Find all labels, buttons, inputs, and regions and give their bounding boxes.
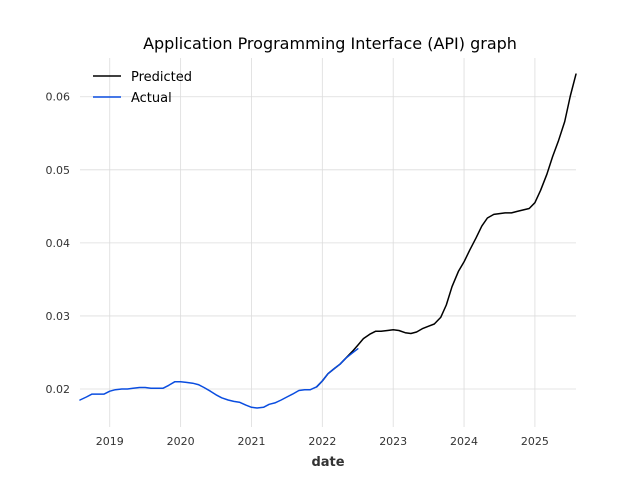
x-tick-label: 2019 xyxy=(96,435,124,448)
chart-title: Application Programming Interface (API) … xyxy=(143,34,517,53)
x-tick-label: 2025 xyxy=(521,435,549,448)
y-tick-label: 0.05 xyxy=(46,164,71,177)
chart: 2019 2020 2021 2022 2023 2024 2025 0.02 0.03 0.0… xyxy=(0,0,640,480)
legend-label: Actual xyxy=(131,91,172,106)
y-tick-label: 0.06 xyxy=(46,91,71,104)
x-tick-label: 2021 xyxy=(237,435,265,448)
x-tick-label: 2022 xyxy=(308,435,336,448)
x-tick-label: 2023 xyxy=(379,435,407,448)
x-axis-label: date xyxy=(311,455,344,470)
legend-label: Predicted xyxy=(131,70,192,85)
chart-background xyxy=(0,0,640,480)
x-tick-label: 2024 xyxy=(450,435,478,448)
y-tick-label: 0.02 xyxy=(46,383,71,396)
y-tick-label: 0.03 xyxy=(46,310,71,323)
y-tick-label: 0.04 xyxy=(46,237,71,250)
x-tick-label: 2020 xyxy=(167,435,195,448)
